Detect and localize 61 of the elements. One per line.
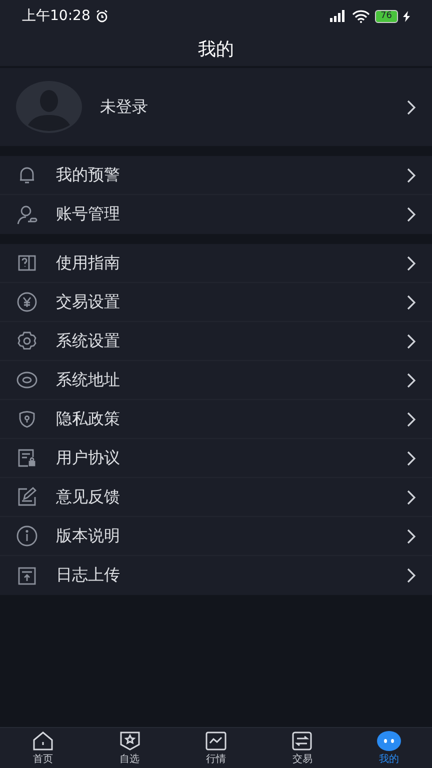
alarm-icon [95,9,110,23]
menu-label: 使用指南 [56,252,120,274]
nav-tab[interactable]: 交易 [259,728,346,768]
menu-item[interactable]: 账号管理 [0,195,432,234]
menu-label: 用户协议 [56,448,120,468]
person-icon [16,204,38,226]
menu-item[interactable]: 隐私政策 [0,400,432,439]
chevron-icon [407,372,416,388]
home-icon [32,730,54,750]
menu-label: 系统地址 [56,370,120,390]
exchange-icon [291,730,314,750]
chevron-icon [407,168,416,182]
menu-item[interactable]: 我的预警 [0,156,432,195]
chevron-icon [407,207,416,222]
info-icon [16,525,38,547]
chevron-icon [407,334,416,348]
menu-label: 意见反馈 [56,486,120,508]
menu-item[interactable]: 意见反馈 [0,478,432,517]
profile-row[interactable]: 未登录 [0,68,432,146]
battery-level: 76 [374,10,398,22]
page-title: 我的 [198,38,234,61]
yen-icon [16,291,38,313]
chart-icon [205,730,228,750]
chevron-icon [407,412,416,426]
menu-label: 日志上传 [56,565,120,586]
menu-label: 系统设置 [56,330,120,352]
menu-item[interactable]: 系统地址 [0,361,432,400]
menu-item[interactable]: 版本说明 [0,517,432,556]
gear-icon [16,330,38,352]
menu-item[interactable]: 日志上传 [0,556,432,595]
chevron-icon [407,528,416,544]
menu-label: 账号管理 [56,204,120,225]
chevron-icon [407,568,416,583]
nav-tab[interactable]: 行情 [172,728,260,768]
menu-label: 版本说明 [56,526,120,546]
menu-label: 我的预警 [56,164,120,186]
status-time: 上午10:28 [22,7,90,25]
eye-icon [16,369,38,391]
chevron-icon [407,490,416,504]
signal-icon [328,10,347,22]
star-icon [118,730,141,750]
chevron-icon [407,450,416,466]
nav-tab[interactable]: 首页 [0,728,86,768]
menu-item[interactable]: 系统设置 [0,322,432,361]
menu-label: 隐私政策 [56,408,120,430]
chevron-icon [407,256,416,270]
menu-item[interactable]: 用户协议 [0,439,432,478]
charging-icon [403,10,410,22]
menu-item[interactable]: 交易设置 [0,283,432,322]
document-icon [16,447,38,469]
upload-icon [16,564,38,586]
nav-tab[interactable]: 自选 [86,728,173,768]
chevron-icon [407,100,416,114]
chevron-icon [407,294,416,310]
login-status: 未登录 [100,96,148,118]
menu-label: 交易设置 [56,292,120,312]
wifi-icon [352,10,370,22]
edit-icon [16,486,38,508]
nav-tab[interactable]: 我的 [346,728,432,768]
menu-item[interactable]: 使用指南 [0,244,432,283]
chat-bubble-icon [376,730,401,750]
